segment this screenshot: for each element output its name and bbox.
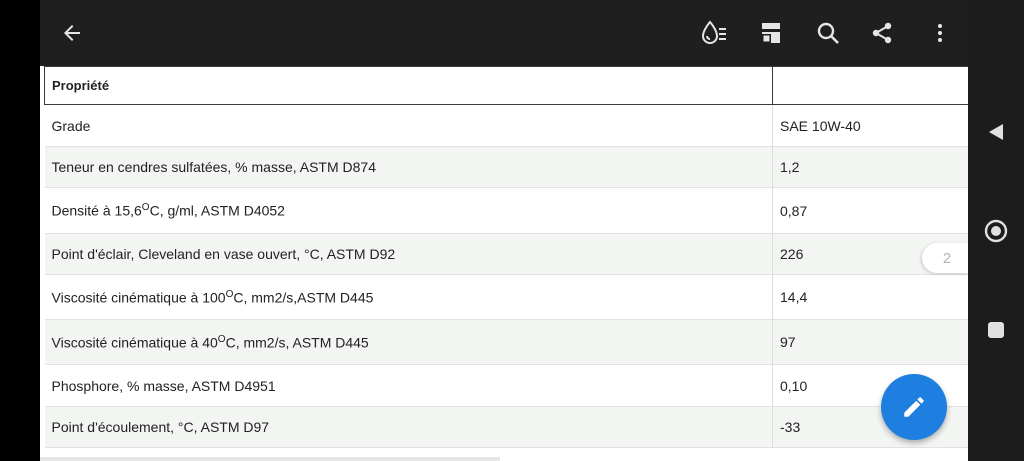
table-header-row: Propriété — [44, 66, 968, 105]
document-view[interactable]: Propriété Grade SAE 10W-40 Teneur en cen… — [40, 66, 968, 461]
triangle-back-icon — [989, 124, 1003, 140]
table-row: Point d'éclair, Cleveland en vase ouvert… — [44, 233, 968, 275]
share-button[interactable] — [866, 17, 898, 49]
property-cell: Viscosité cinématique à 100OC, mm2/s,AST… — [45, 275, 773, 320]
system-home-button[interactable] — [982, 217, 1010, 245]
system-recents-button[interactable] — [982, 316, 1010, 344]
edit-fab-button[interactable] — [881, 374, 947, 440]
property-text: C, g/ml, ASTM D4052 — [149, 202, 285, 219]
table-row: Phosphore, % masse, ASTM D4951 0,10 — [44, 364, 968, 407]
back-button[interactable] — [56, 17, 88, 49]
table-row: Densité à 15,6OC, g/ml, ASTM D4052 0,87 — [44, 187, 968, 234]
property-cell: Point d'éclair, Cleveland en vase ouvert… — [51, 246, 396, 262]
horizontal-scrollbar[interactable] — [40, 457, 500, 461]
square-recents-icon — [988, 322, 1004, 338]
more-vert-icon — [938, 24, 942, 42]
degree-superscript: O — [141, 202, 150, 214]
property-text: Viscosité cinématique à 40 — [51, 334, 218, 351]
property-cell: Grade — [51, 117, 91, 134]
app-toolbar — [40, 0, 968, 66]
table-row: Teneur en cendres sulfatées, % masse, AS… — [44, 146, 968, 188]
header-property: Propriété — [44, 66, 773, 105]
property-cell: Point d'écoulement, °C, ASTM D97 — [51, 419, 270, 435]
pencil-icon — [904, 397, 924, 417]
back-arrow-icon — [64, 25, 80, 41]
table-row: Viscosité cinématique à 100OC, mm2/s,AST… — [44, 274, 968, 320]
property-cell: Teneur en cendres sulfatées, % masse, AS… — [51, 159, 377, 175]
drop-list-button[interactable] — [698, 17, 730, 49]
system-navigation-bar — [968, 0, 1024, 461]
left-screen-edge — [0, 0, 40, 461]
value-cell: SAE 10W-40 — [772, 104, 968, 147]
property-text: Densité à 15,6 — [51, 202, 142, 219]
search-button[interactable] — [812, 17, 844, 49]
property-cell: Viscosité cinématique à 40OC, mm2/s, AST… — [45, 320, 773, 365]
share-icon — [872, 22, 892, 44]
property-cell: Phosphore, % masse, ASTM D4951 — [51, 377, 276, 394]
degree-superscript: O — [217, 333, 226, 345]
properties-table: Propriété Grade SAE 10W-40 Teneur en cen… — [44, 66, 968, 448]
property-text: C, mm2/s,ASTM D445 — [233, 289, 374, 306]
home-circle-icon — [984, 219, 1008, 243]
document-button[interactable] — [755, 17, 787, 49]
value-cell: 14,4 — [772, 274, 968, 320]
more-options-button[interactable] — [924, 17, 956, 49]
property-text: C, mm2/s, ASTM D445 — [225, 334, 369, 351]
header-value — [772, 66, 968, 105]
value-cell: 0,87 — [772, 187, 968, 234]
value-cell: 97 — [772, 319, 968, 365]
property-cell: Densité à 15,6OC, g/ml, ASTM D4052 — [45, 188, 773, 234]
value-cell: 1,2 — [772, 146, 968, 188]
system-back-button[interactable] — [982, 118, 1010, 146]
table-row: Grade SAE 10W-40 — [44, 104, 968, 147]
drop-list-icon — [701, 20, 726, 44]
document-icon — [762, 23, 780, 43]
property-text: Viscosité cinématique à 100 — [51, 289, 226, 306]
table-row: Viscosité cinématique à 40OC, mm2/s, AST… — [44, 319, 968, 365]
page-indicator[interactable]: 2 — [922, 243, 968, 273]
search-icon — [817, 22, 839, 44]
table-row: Point d'écoulement, °C, ASTM D97 -33 — [44, 406, 968, 448]
